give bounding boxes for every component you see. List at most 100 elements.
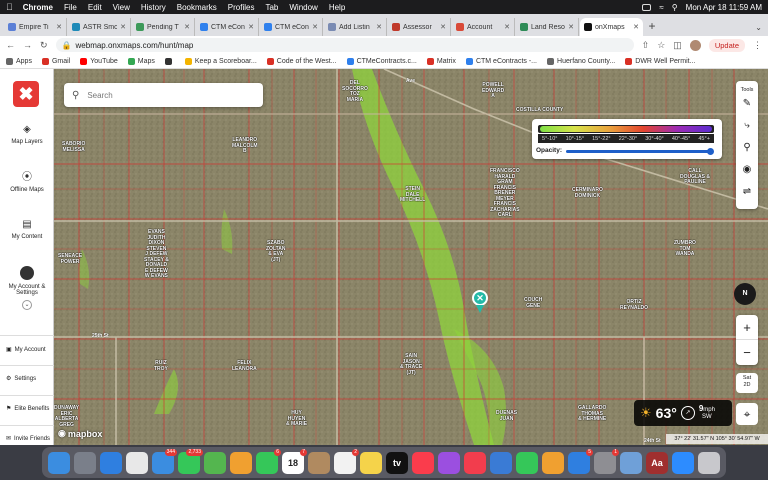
parcel-owner-label[interactable]: HUY HUYEN & MARIE [286,410,307,428]
profile-avatar[interactable] [689,39,701,51]
dock-app-news[interactable] [464,451,486,474]
menu-edit[interactable]: Edit [88,3,102,12]
close-icon[interactable]: ✕ [568,23,574,31]
dock-app-facetime[interactable]: 6 [256,448,281,474]
dock-app-app-store[interactable]: 5 [568,448,593,474]
browser-tab[interactable]: Empire Ti ✕ [4,18,67,36]
dock-app-music[interactable] [412,451,434,474]
close-icon[interactable]: ✕ [376,23,382,31]
menu-file[interactable]: File [64,3,77,12]
sidebar-item-account-settings[interactable]: My Account & Settings ⌄ [0,266,54,310]
close-icon[interactable]: ✕ [184,23,190,31]
close-icon[interactable]: ✕ [633,23,639,31]
tab-search-icon[interactable]: ⌄ [755,23,762,32]
close-icon[interactable]: ✕ [120,23,126,31]
bookmark-star-icon[interactable]: ☆ [657,40,665,51]
dock-app-keynote[interactable] [490,451,512,474]
weather-widget[interactable]: ☀ 63° ↗ 9mph SW [634,400,732,426]
map-pin-marker[interactable]: ✕ [472,290,488,306]
menu-bookmarks[interactable]: Bookmarks [177,3,217,12]
search-spotlight-icon[interactable]: ⚲ [672,3,678,12]
kebab-menu-icon[interactable]: ⋮ [753,40,762,51]
parcel-owner-label[interactable]: FELIX LEANORA [232,360,257,372]
parcel-owner-label[interactable]: SAIN JASON & TRACE (JT) [400,353,422,376]
sidebar-item-offline-maps[interactable]: ⦿ Offline Maps [0,173,54,194]
sidebar-option-elite-benefits[interactable]: ⚑ Elite Benefits [6,405,49,413]
opacity-slider[interactable] [566,150,712,153]
bookmark-item[interactable]: DWR Well Permit... [625,57,695,65]
dock-app-reminders[interactable]: 2 [334,448,359,474]
close-icon[interactable]: ✕ [56,23,62,31]
parcel-owner-label[interactable]: CALL DOUGLAS & PAULINE [680,168,710,186]
dock-app-numbers[interactable] [516,451,538,474]
browser-tab[interactable]: Account ✕ [452,18,515,36]
wifi-icon[interactable]: ≈ [659,3,663,12]
waypoint-icon[interactable]: ⚲ [736,137,758,159]
parcel-owner-label[interactable]: LEANDRO MALCOLM B [232,137,258,155]
dock-app-trash[interactable] [698,451,720,474]
back-arrow-icon[interactable]: ← [6,40,15,50]
parcel-owner-label[interactable]: COUCH GENE [524,297,542,309]
browser-tab[interactable]: Add Listin ✕ [324,18,387,36]
dock-app-pages[interactable] [542,451,564,474]
reload-icon[interactable]: ↻ [40,40,48,51]
compass-button[interactable]: N [734,283,756,305]
dock-app-preview[interactable] [620,451,642,474]
sidebar-option-my-account[interactable]: ▣ My Account [6,346,46,354]
parcel-owner-label[interactable]: DEL SOCORRO TOZ MARIA [342,80,368,103]
bookmark-item[interactable]: Keep a Scoreboar... [184,57,257,65]
menu-window[interactable]: Window [289,3,317,12]
menu-profiles[interactable]: Profiles [228,3,255,12]
bookmark-item[interactable]: Huerfano County... [547,57,615,65]
dock-app-safari[interactable] [100,451,122,474]
zoom-in-button[interactable]: + [736,315,758,340]
parcel-owner-label[interactable]: GALLARDO THOMAS & HERMINE [578,405,606,423]
dock-app-messages[interactable]: 2,733 [178,448,203,474]
measure-icon[interactable]: ⤷ [736,115,758,137]
browser-tab[interactable]: Land Reso ✕ [516,18,579,36]
sidebar-option-settings[interactable]: ⚙ Settings [6,375,36,383]
dock-app-chrome[interactable] [126,451,148,474]
locate-me-icon[interactable]: ⌖ [736,403,758,425]
route-icon[interactable]: ⇌ [736,181,758,203]
menu-app[interactable]: Chrome [23,3,53,12]
clock-text[interactable]: Mon Apr 18 11:59 AM [686,3,762,12]
dock-app-mail[interactable]: 344 [152,448,177,474]
parcel-owner-label[interactable]: COSTILLA COUNTY [516,107,563,114]
dock-app-maps[interactable] [204,451,226,474]
browser-tab[interactable]: Assessor ✕ [388,18,451,36]
onx-logo[interactable]: ✖ [13,81,39,107]
address-bar[interactable]: 🔒 webmap.onxmaps.com/hunt/map [55,38,634,52]
sidebar-option-invite-friends[interactable]: ✉ Invite Friends [6,435,50,443]
search-box[interactable]: ⚲ [64,83,263,107]
basemap-toggle-button[interactable]: Sat 2D [736,373,758,393]
parcel-owner-label[interactable]: SABORIO MELISSA [62,141,85,153]
dock-app-system-preferences[interactable]: 1 [594,448,619,474]
dock-app-launchpad[interactable] [74,451,96,474]
share-icon[interactable]: ⇧ [642,40,650,51]
parcel-owner-label[interactable]: ORTIZ REYNALDO [620,299,648,311]
dock-app-notes[interactable] [360,451,382,474]
browser-tab[interactable]: Pending T ✕ [132,18,195,36]
pen-icon[interactable]: ✎ [736,93,758,115]
opacity-slider-handle[interactable] [707,148,714,155]
apple-icon[interactable]:  [6,2,13,12]
search-input[interactable] [87,90,248,100]
new-tab-button[interactable]: + [644,19,660,33]
parcel-owner-label[interactable]: CERMINARO DOMINICK [572,187,603,199]
bookmark-item[interactable]: Apps [6,57,32,65]
parcel-owner-label[interactable]: EVANS JUDITH DIXON STEVEN J DEFEW STACEY… [144,229,169,280]
dock-app-tv[interactable]: tv [386,451,408,474]
bookmark-item[interactable]: CTMeContracts.c... [346,57,417,65]
zoom-out-button[interactable]: − [736,340,758,365]
bookmark-item[interactable]: Gmail [41,57,70,65]
close-icon[interactable]: ✕ [248,23,254,31]
parcel-owner-label[interactable]: DUENAS JUAN [496,410,517,422]
close-icon[interactable]: ✕ [440,23,446,31]
parcel-owner-label[interactable]: ZUMBRO TOM WANDA [674,240,696,258]
dock-app-podcasts[interactable] [438,451,460,474]
parcel-owner-label[interactable]: STEIN DALE MITCHELL [400,186,425,204]
chevron-down-icon[interactable]: ⌄ [22,300,32,310]
menu-help[interactable]: Help [329,3,345,12]
browser-tab[interactable]: ASTR Smo ✕ [68,18,131,36]
